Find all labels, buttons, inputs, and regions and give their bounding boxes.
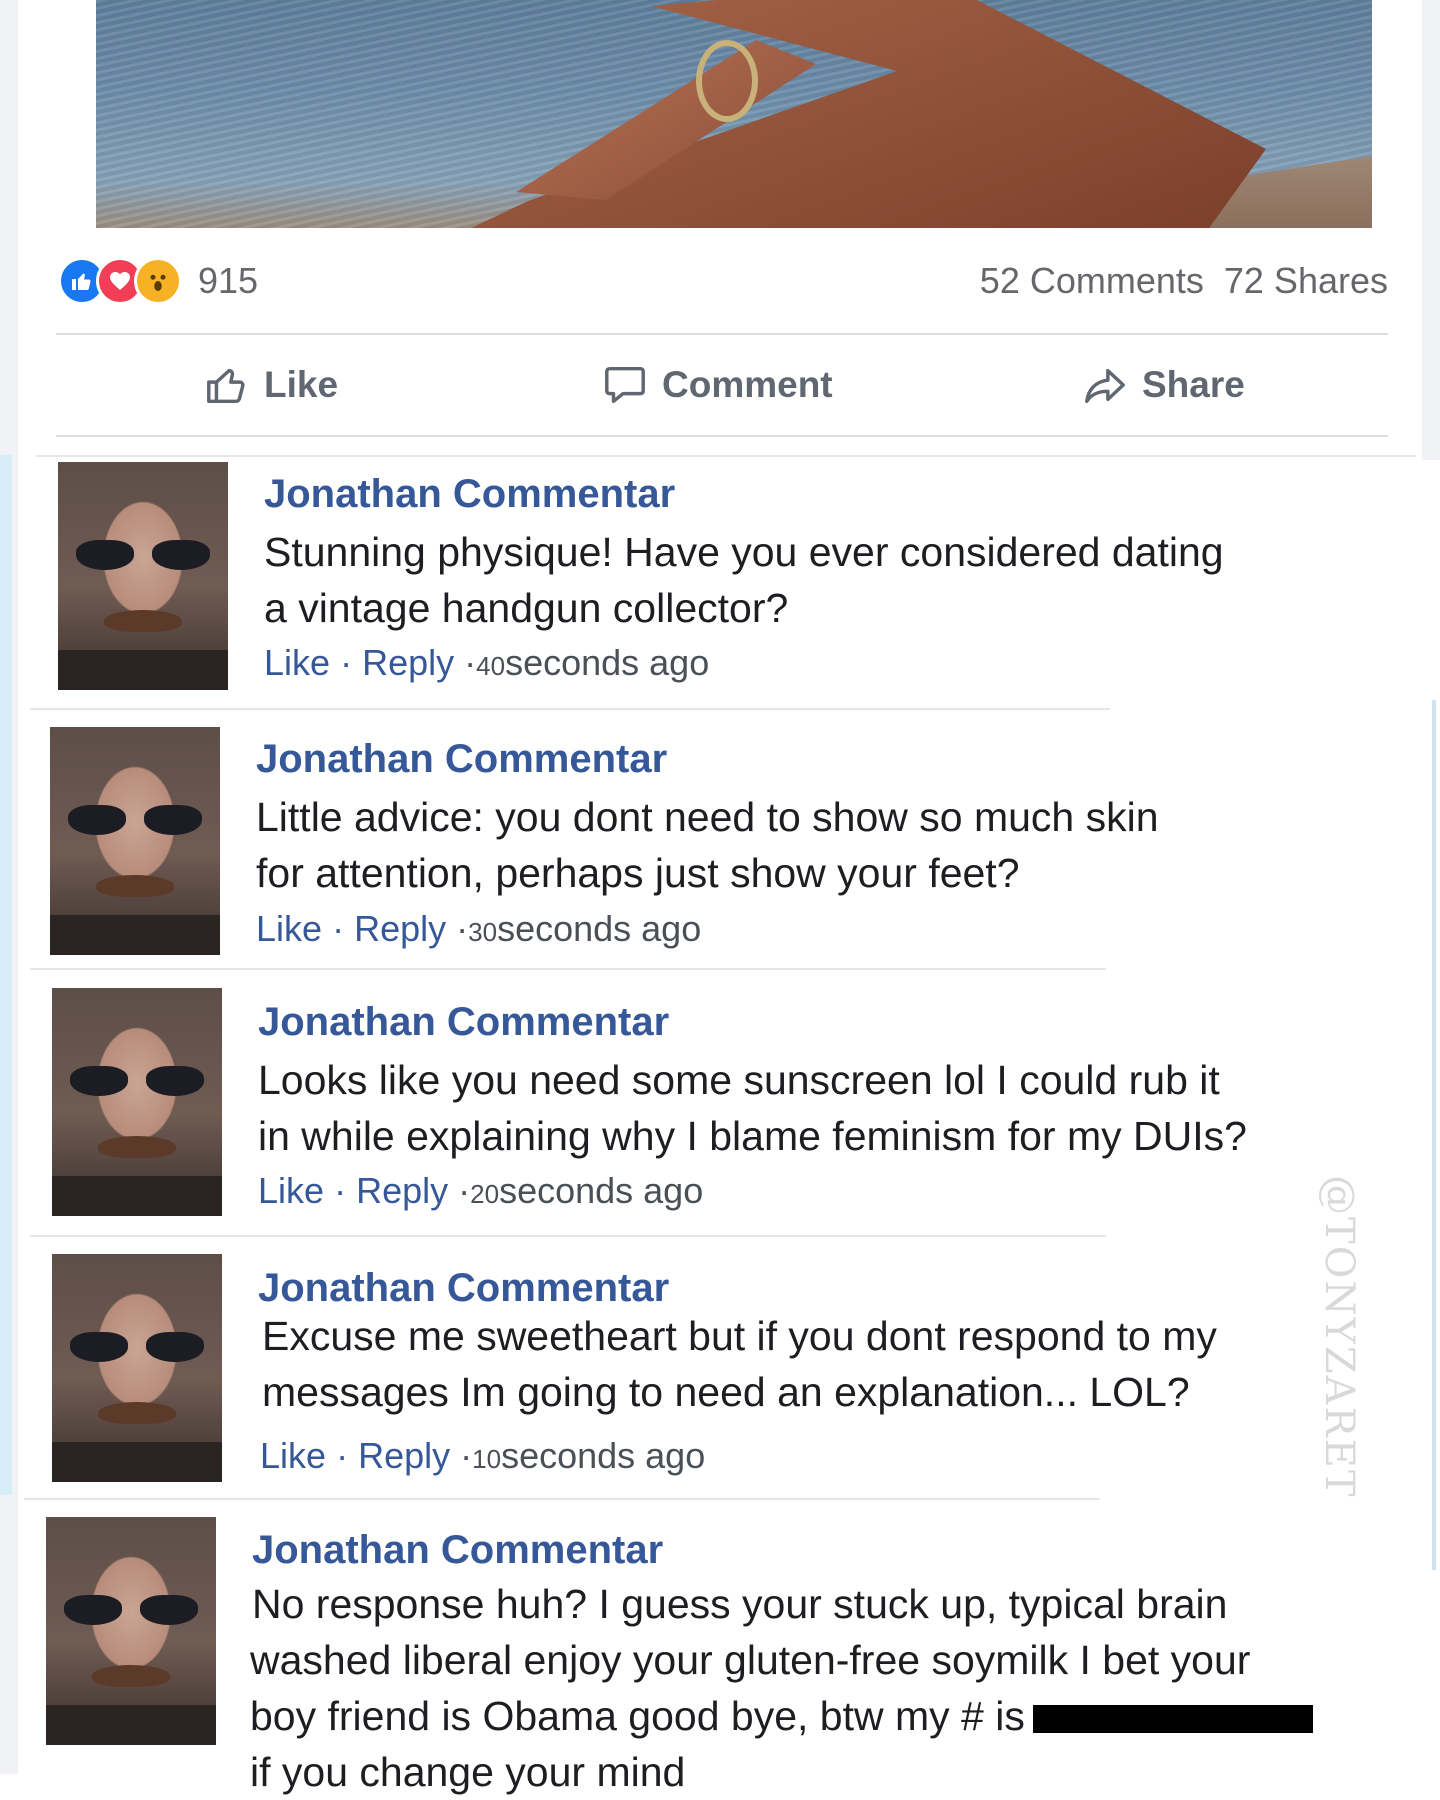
avatar-mustache <box>98 1136 176 1158</box>
meta-dot: · <box>464 642 477 683</box>
avatar-shirt <box>58 650 228 690</box>
comment-author-avatar[interactable] <box>50 727 220 955</box>
avatar-sunglasses <box>76 540 210 570</box>
comment-button-label: Comment <box>662 364 833 405</box>
comment-meta: Like · Reply ·30seconds ago <box>256 908 701 950</box>
wow-icon <box>134 257 182 305</box>
meta-dot: · <box>460 1435 473 1476</box>
comment-reply-link[interactable]: Reply <box>356 1170 448 1211</box>
comments-count-link[interactable]: 52 Comments <box>980 260 1204 302</box>
engagement-counts: 52 Comments 72 Shares <box>980 258 1388 304</box>
comment-like-link[interactable]: Like <box>264 642 330 683</box>
meta-dot: · <box>332 908 345 949</box>
comment-text-line: boy friend is Obama good bye, btw my # i… <box>250 1688 1313 1744</box>
comment-text-line: Stunning physique! Have you ever conside… <box>264 529 1224 575</box>
comment-author-avatar[interactable] <box>58 462 228 690</box>
thumbs-up-icon <box>207 368 245 404</box>
comment-text-segment: boy friend is Obama good bye, btw my # i… <box>250 1693 1025 1739</box>
comment-separator <box>30 1235 1106 1237</box>
avatar-shirt <box>46 1705 216 1745</box>
comment-timestamp[interactable]: seconds ago <box>501 1435 705 1476</box>
comment-time-number: 10 <box>472 1444 502 1474</box>
post-stats: 915 52 Comments 72 Shares <box>58 257 1388 305</box>
share-button-label: Share <box>1142 364 1245 405</box>
comment-time-number: 40 <box>476 651 506 681</box>
meta-dot: · <box>336 1435 349 1476</box>
comment-text-line: a vintage handgun collector? <box>264 585 789 631</box>
comment-text-line: messages Im going to need an explanation… <box>262 1369 1190 1415</box>
comment-text-line: Looks like you need some sunscreen lol I… <box>258 1057 1220 1103</box>
avatar-sunglasses <box>70 1066 204 1096</box>
comment-text-line: Excuse me sweetheart but if you dont res… <box>262 1313 1217 1359</box>
avatar-shirt <box>50 915 220 955</box>
share-arrow-icon <box>1085 368 1125 404</box>
comment-time-number: 30 <box>468 917 498 947</box>
comment-text-line: washed liberal enjoy your gluten-free so… <box>250 1637 1251 1683</box>
avatar-sunglasses <box>70 1332 204 1362</box>
comment-reply-link[interactable]: Reply <box>354 908 446 949</box>
comment-time-number: 20 <box>470 1179 500 1209</box>
comment-separator <box>36 455 1416 457</box>
comment-text-line: in while explaining why I blame feminism… <box>258 1113 1247 1159</box>
comment-like-link[interactable]: Like <box>256 908 322 949</box>
comment-author-avatar[interactable] <box>52 1254 222 1482</box>
comment-reply-link[interactable]: Reply <box>358 1435 450 1476</box>
meta-dot: · <box>334 1170 347 1211</box>
comment-like-link[interactable]: Like <box>258 1170 324 1211</box>
shares-count-link[interactable]: 72 Shares <box>1224 260 1388 302</box>
avatar-mustache <box>92 1665 170 1687</box>
post-photo[interactable] <box>96 0 1372 228</box>
stats-divider <box>56 333 1388 335</box>
meta-dot: · <box>456 908 469 949</box>
comment-like-link[interactable]: Like <box>260 1435 326 1476</box>
comment-meta: Like · Reply ·10seconds ago <box>260 1435 705 1477</box>
post-action-bar: Like Comment Share <box>56 340 1388 430</box>
speech-bubble-icon <box>605 366 645 404</box>
avatar-sunglasses <box>68 805 202 835</box>
comment-text-line: if you change your mind <box>250 1749 686 1795</box>
redacted-phone-number <box>1032 1705 1313 1734</box>
right-page-edge <box>1422 0 1440 460</box>
comment-text-line: Little advice: you dont need to show so … <box>256 794 1159 840</box>
share-button[interactable]: Share <box>1082 340 1245 430</box>
like-button[interactable]: Like <box>204 340 338 430</box>
meta-dot: · <box>340 642 353 683</box>
comment-timestamp[interactable]: seconds ago <box>499 1170 703 1211</box>
avatar-mustache <box>96 875 174 897</box>
avatar-shirt <box>52 1442 222 1482</box>
comment-reply-link[interactable]: Reply <box>362 642 454 683</box>
comment-timestamp[interactable]: seconds ago <box>497 908 701 949</box>
avatar-shirt <box>52 1176 222 1216</box>
comment-author-name[interactable]: Jonathan Commentar <box>264 472 675 517</box>
comment-author-avatar[interactable] <box>46 1517 216 1745</box>
actions-divider <box>56 435 1388 437</box>
comment-text-line: for attention, perhaps just show your fe… <box>256 850 1020 896</box>
photo-bracelet <box>696 40 758 122</box>
avatar-sunglasses <box>64 1595 198 1625</box>
avatar-mustache <box>104 610 182 632</box>
meta-dot: · <box>458 1170 471 1211</box>
comment-timestamp[interactable]: seconds ago <box>505 642 709 683</box>
comment-button[interactable]: Comment <box>602 340 833 430</box>
comment-text-line: No response huh? I guess your stuck up, … <box>252 1581 1228 1627</box>
reaction-summary[interactable]: 915 <box>58 257 259 305</box>
comment-author-name[interactable]: Jonathan Commentar <box>258 1266 669 1311</box>
reaction-count: 915 <box>198 260 259 301</box>
comment-meta: Like · Reply ·40seconds ago <box>264 642 709 684</box>
like-button-label: Like <box>264 364 339 405</box>
avatar-mustache <box>98 1402 176 1424</box>
comment-author-name[interactable]: Jonathan Commentar <box>256 737 667 782</box>
comment-separator <box>30 968 1106 970</box>
comment-separator <box>24 1498 1100 1500</box>
comment-author-avatar[interactable] <box>52 988 222 1216</box>
comment-meta: Like · Reply ·20seconds ago <box>258 1170 703 1212</box>
comment-author-name[interactable]: Jonathan Commentar <box>258 1000 669 1045</box>
comment-author-name[interactable]: Jonathan Commentar <box>252 1528 663 1573</box>
comment-separator <box>30 708 1110 710</box>
watermark-text: @TONYZARET <box>1316 1175 1362 1499</box>
